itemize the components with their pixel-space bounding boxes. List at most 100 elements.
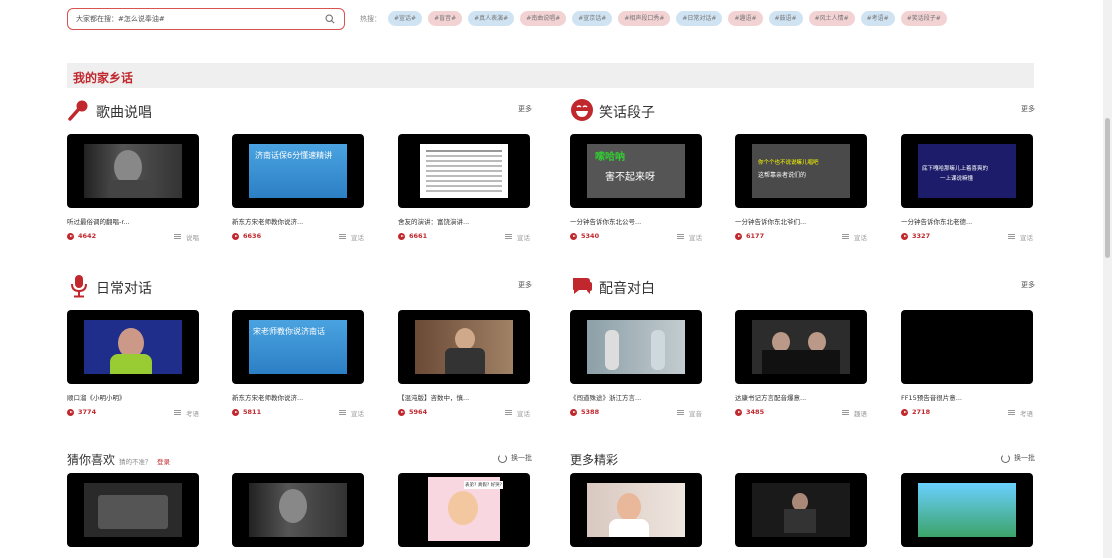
hot-tag[interactable]: #南曲说唱# — [520, 11, 567, 26]
video-thumbnail[interactable] — [398, 310, 530, 384]
video-thumbnail[interactable]: 嗦哈呐 害不起来呀 — [570, 134, 702, 208]
video-card[interactable]: 舍友的演讲：富饶演讲... 6661 宣话 — [398, 134, 530, 242]
category-label[interactable]: 趣语 — [842, 408, 867, 418]
category-label[interactable]: 宣话 — [505, 408, 530, 418]
video-meta: 5964 宣话 — [398, 408, 530, 418]
section-title: 猜你喜欢 — [67, 453, 116, 467]
video-card[interactable]: 宋老师教你说济南话新东方宋老师教你说济... 5811 宣话 — [232, 310, 364, 418]
hot-tag[interactable]: #日常对话# — [676, 11, 723, 26]
category-label[interactable]: 宣话 — [505, 232, 530, 242]
video-thumbnail[interactable] — [232, 473, 364, 547]
video-card[interactable] — [570, 473, 702, 547]
section-jokes: 笑话段子 更多 — [570, 98, 1035, 126]
laughing-face-icon — [571, 99, 593, 121]
more-link[interactable]: 更多 — [1021, 104, 1035, 114]
video-title[interactable]: 《闯道殊途》浙江方言... — [570, 392, 702, 402]
video-thumbnail[interactable] — [570, 310, 702, 384]
hot-tag[interactable]: #笑话段子# — [900, 11, 947, 26]
hot-tag[interactable]: #盲音# — [428, 11, 463, 26]
video-thumbnail[interactable] — [67, 134, 199, 208]
video-card[interactable] — [232, 473, 364, 547]
hot-tag[interactable]: #趣语# — [728, 11, 763, 26]
video-card[interactable] — [735, 473, 867, 547]
hot-tag[interactable]: #鼓语# — [768, 11, 803, 26]
video-thumbnail[interactable]: 济南话保6分懂速精讲 — [232, 134, 364, 208]
video-thumbnail[interactable] — [901, 310, 1033, 384]
category-label[interactable]: 宣话 — [842, 232, 867, 242]
video-thumbnail[interactable] — [901, 473, 1033, 547]
category-label[interactable]: 考语 — [1008, 408, 1033, 418]
video-title[interactable]: 舍友的演讲：富饶演讲... — [398, 216, 530, 226]
category-label[interactable]: 宣话 — [677, 232, 702, 242]
category-label[interactable]: 宣话 — [1008, 232, 1033, 242]
hot-tag[interactable]: #宣京话# — [572, 11, 613, 26]
refresh-button[interactable]: 换一批 — [1001, 453, 1035, 463]
play-count: 5964 — [409, 408, 428, 416]
video-title[interactable]: 顺口溜《小明小明》 — [67, 392, 199, 402]
search-box[interactable] — [67, 8, 345, 30]
thumbnail-caption: 底下嘎哈那嘛儿上着喜爽的 — [922, 166, 989, 172]
video-title[interactable]: FF15预告音很片意... — [901, 392, 1033, 402]
more-link[interactable]: 更多 — [518, 104, 532, 114]
video-meta: 5811 宣话 — [232, 408, 364, 418]
video-card[interactable]: FF15预告音很片意... 2718 考语 — [901, 310, 1033, 418]
video-card[interactable]: 【混沌版】咨数中，慎... 5964 宣话 — [398, 310, 530, 418]
search-icon[interactable] — [324, 13, 336, 25]
login-link[interactable]: 登录 — [157, 456, 170, 466]
scrollbar-thumb[interactable] — [1105, 118, 1110, 258]
video-meta: 2718 考语 — [901, 408, 1033, 418]
video-thumbnail[interactable]: 你个个也不说说嘛儿唱吧 这帮靠亲者说们的 — [735, 134, 867, 208]
video-card[interactable] — [901, 473, 1033, 547]
video-card[interactable]: 你个个也不说说嘛儿唱吧 这帮靠亲者说们的 一分钟告诉你东北爷们... 6177 宣话 — [735, 134, 867, 242]
video-title[interactable]: 一分钟告诉你东北公号... — [570, 216, 702, 226]
video-title[interactable]: 听过最俗调的翻唱-r... — [67, 216, 199, 226]
video-card[interactable]: 济南话保6分懂速精讲 新东方宋老师教你说济... 6636 宣话 — [232, 134, 364, 242]
video-thumbnail[interactable]: 表弟? 真假? 好哭? — [398, 473, 530, 547]
video-title[interactable]: 达康书记方言配音爆意... — [735, 392, 867, 402]
video-title[interactable]: 新东方宋老师教你说济... — [232, 392, 364, 402]
video-card[interactable]: 表弟? 真假? 好哭? — [398, 473, 530, 547]
video-thumbnail[interactable] — [735, 473, 867, 547]
category-label[interactable]: 说唱 — [174, 232, 199, 242]
hometown-title: 我的家乡话 — [73, 71, 134, 85]
category-label[interactable]: 宣话 — [339, 408, 364, 418]
video-card[interactable]: 听过最俗调的翻唱-r... 4642 说唱 — [67, 134, 199, 242]
video-meta: 4642 说唱 — [67, 232, 199, 242]
video-meta: 5340 宣话 — [570, 232, 702, 242]
category-label[interactable]: 考语 — [174, 408, 199, 418]
video-card[interactable]: 《闯道殊途》浙江方言... 5388 宣音 — [570, 310, 702, 418]
play-count-icon — [735, 233, 742, 240]
hot-tag[interactable]: #考语# — [860, 11, 895, 26]
play-count: 5340 — [581, 232, 600, 240]
video-title[interactable]: 一分钟告诉你东北老德... — [901, 216, 1033, 226]
refresh-icon — [1001, 453, 1010, 463]
category-label[interactable]: 宣音 — [677, 408, 702, 418]
more-link[interactable]: 更多 — [518, 280, 532, 290]
video-title[interactable]: 一分钟告诉你东北爷们... — [735, 216, 867, 226]
refresh-button[interactable]: 换一批 — [498, 453, 532, 463]
scrollbar[interactable] — [1103, 0, 1112, 558]
hot-tags: #宣话# #盲音# #真人表演# #南曲说唱# #宣京话# #相声段口秀# #日常对话# #趣… — [388, 11, 947, 26]
search-input[interactable] — [76, 15, 324, 23]
video-card[interactable]: 嗦哈呐 害不起来呀一分钟告诉你东北公号... 5340 宣话 — [570, 134, 702, 242]
hot-tag[interactable]: #风土人情# — [808, 11, 855, 26]
video-thumbnail[interactable] — [735, 310, 867, 384]
video-thumbnail[interactable] — [398, 134, 530, 208]
hot-tag[interactable]: #相声段口秀# — [618, 11, 671, 26]
video-thumbnail[interactable] — [570, 473, 702, 547]
video-title[interactable]: 【混沌版】咨数中，慎... — [398, 392, 530, 402]
more-link[interactable]: 更多 — [1021, 280, 1035, 290]
video-title[interactable]: 新东方宋老师教你说济... — [232, 216, 364, 226]
video-card[interactable]: 达康书记方言配音爆意... 3485 趣语 — [735, 310, 867, 418]
category-label[interactable]: 宣话 — [339, 232, 364, 242]
video-meta: 5388 宣音 — [570, 408, 702, 418]
video-thumbnail[interactable] — [67, 473, 199, 547]
hot-tag[interactable]: #宣话# — [388, 11, 423, 26]
video-card[interactable]: 底下嘎哈那嘛儿上着喜爽的 一上课说嘛懂 一分钟告诉你东北老德... 3327 宣话 — [901, 134, 1033, 242]
hot-tag[interactable]: #真人表演# — [468, 11, 515, 26]
video-thumbnail[interactable] — [67, 310, 199, 384]
video-card[interactable]: 顺口溜《小明小明》 3774 考语 — [67, 310, 199, 418]
video-thumbnail[interactable]: 底下嘎哈那嘛儿上着喜爽的 一上课说嘛懂 — [901, 134, 1033, 208]
video-card[interactable] — [67, 473, 199, 547]
video-thumbnail[interactable]: 宋老师教你说济南话 — [232, 310, 364, 384]
